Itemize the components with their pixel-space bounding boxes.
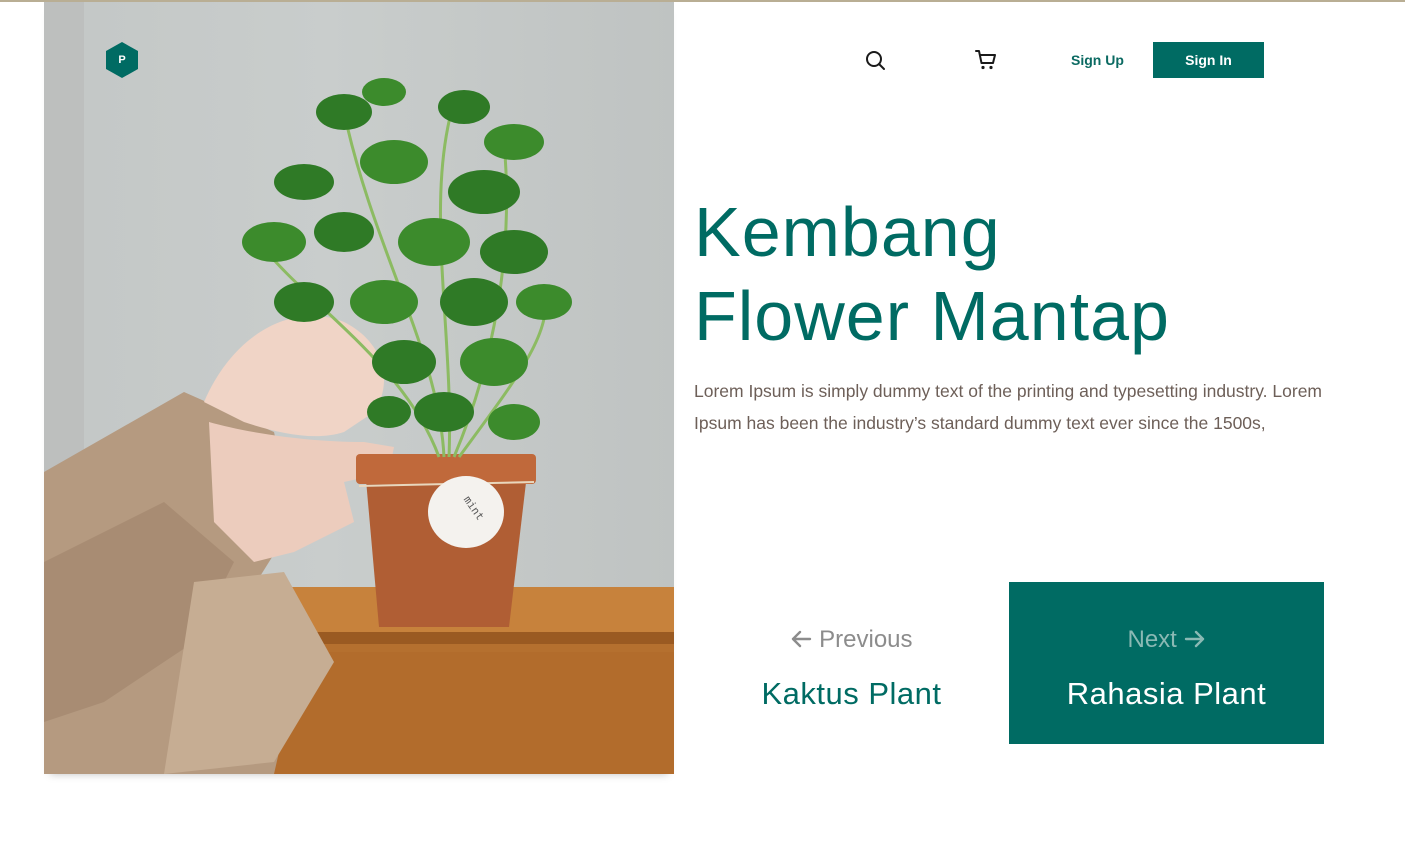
brand-logo[interactable]: P bbox=[106, 42, 138, 78]
arrow-right-icon bbox=[1184, 630, 1204, 648]
arrow-left-icon bbox=[792, 630, 812, 648]
hero-image: mint bbox=[44, 2, 674, 774]
page-title: Kembang Flower Mantap bbox=[694, 190, 1334, 358]
next-label-row: Next bbox=[1009, 626, 1324, 654]
previous-title: Kaktus Plant bbox=[761, 676, 942, 711]
next-label: Next bbox=[1127, 626, 1177, 653]
sign-up-link[interactable]: Sign Up bbox=[1071, 48, 1124, 72]
next-plant-button[interactable]: Next Rahasia Plant bbox=[1009, 582, 1324, 744]
title-line-2: Flower Mantap bbox=[694, 277, 1170, 355]
previous-plant-button[interactable]: Previous Kaktus Plant bbox=[694, 582, 1009, 744]
cart-icon[interactable] bbox=[974, 48, 998, 72]
hero-description: Lorem Ipsum is simply dummy text of the … bbox=[694, 381, 1323, 433]
title-line-1: Kembang bbox=[694, 193, 1001, 271]
next-title: Rahasia Plant bbox=[1066, 676, 1267, 711]
logo-letter: P bbox=[118, 54, 126, 66]
previous-label-row: Previous bbox=[694, 626, 1009, 654]
previous-label: Previous bbox=[819, 626, 913, 653]
search-icon[interactable] bbox=[863, 48, 887, 72]
sign-in-button[interactable]: Sign In bbox=[1153, 42, 1264, 78]
